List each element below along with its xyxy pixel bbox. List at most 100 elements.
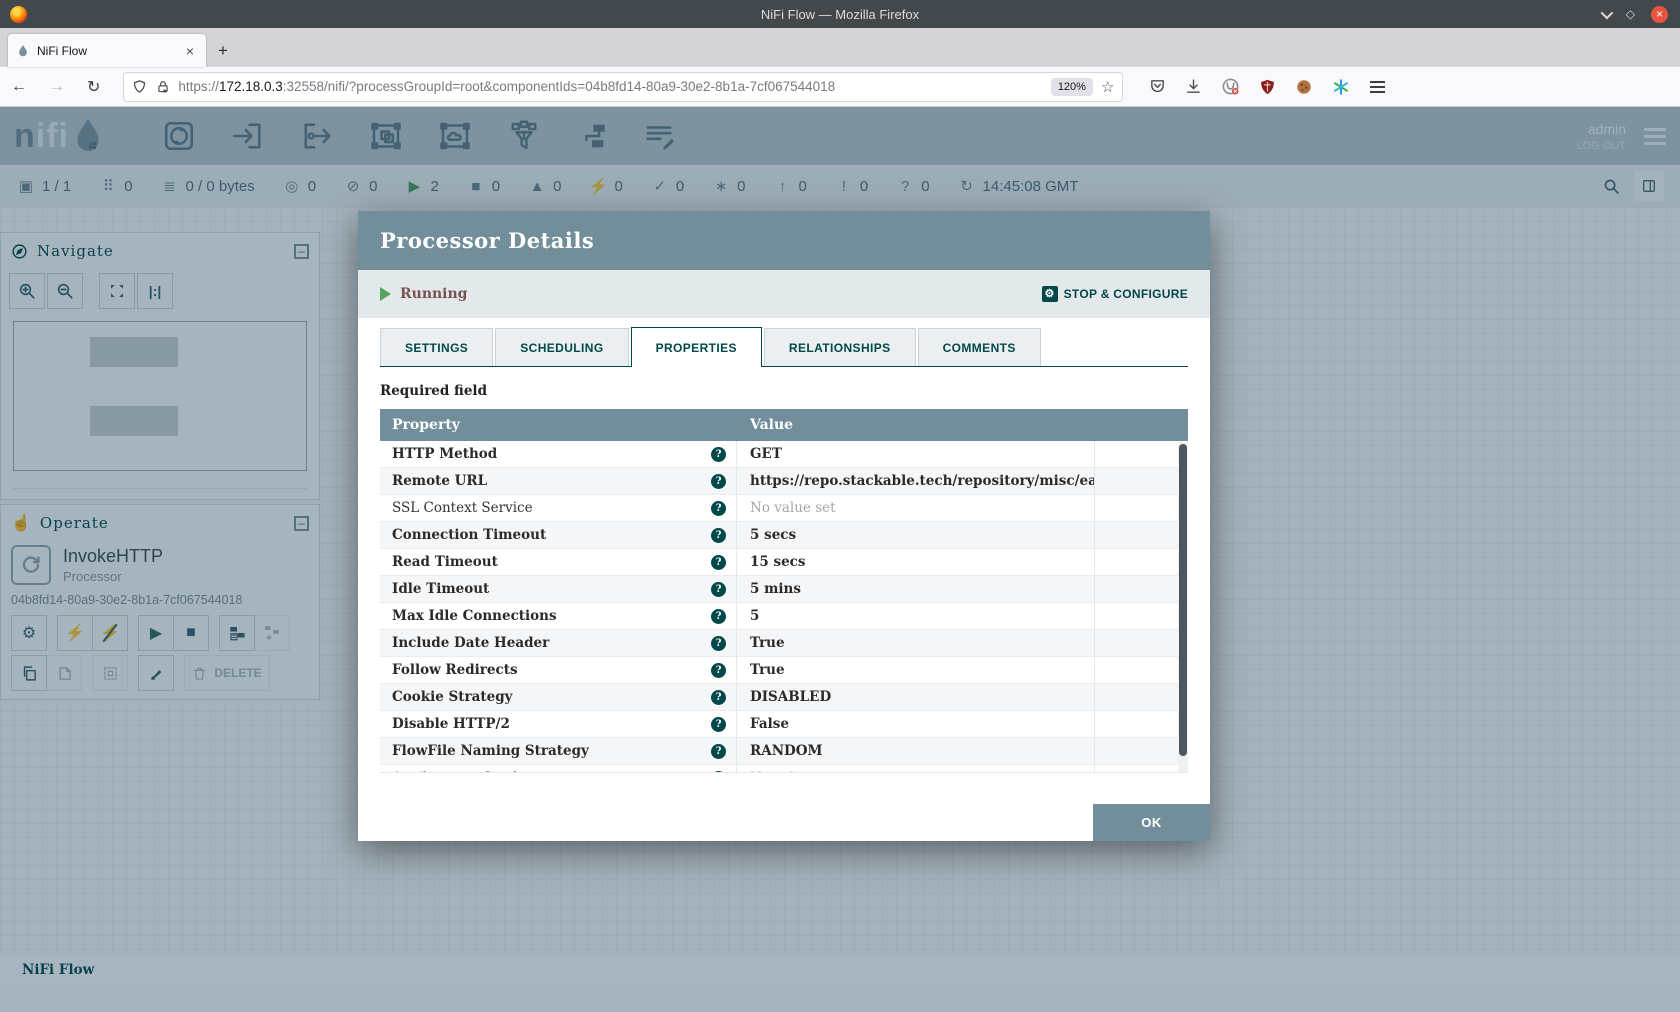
help-icon[interactable]: ? bbox=[711, 501, 726, 516]
property-value[interactable]: https://repo.stackable.tech/repository/m… bbox=[737, 468, 1095, 494]
property-name: Cookie Strategy bbox=[392, 689, 512, 705]
zoom-level-badge[interactable]: 120% bbox=[1051, 78, 1093, 96]
property-row: Idle Timeout? 5 mins bbox=[380, 576, 1188, 603]
property-value[interactable]: False bbox=[737, 711, 1095, 737]
pocket-icon[interactable] bbox=[1149, 78, 1166, 95]
help-icon[interactable]: ? bbox=[711, 744, 726, 759]
tab-close-icon[interactable]: × bbox=[182, 43, 198, 59]
reload-button[interactable]: ↻ bbox=[76, 77, 111, 97]
property-name: Follow Redirects bbox=[392, 662, 518, 678]
forward-button[interactable]: → bbox=[38, 78, 76, 96]
property-row: Disable HTTP/2? False bbox=[380, 711, 1188, 738]
property-value[interactable]: 15 secs bbox=[737, 549, 1095, 575]
property-row: Connection Timeout? 5 secs bbox=[380, 522, 1188, 549]
property-value[interactable]: 5 bbox=[737, 603, 1095, 629]
property-row: Follow Redirects? True bbox=[380, 657, 1188, 684]
property-row: Include Date Header? True bbox=[380, 630, 1188, 657]
nifi-page: nifi admin LOG OUT ▣ 1 / 1 ⠿ 0 ≣ 0 / 0 b… bbox=[0, 107, 1680, 1012]
dialog-tab-bar: SETTINGS SCHEDULING PROPERTIES RELATIONS… bbox=[380, 328, 1188, 367]
property-value[interactable]: GET bbox=[737, 441, 1095, 467]
tab-settings[interactable]: SETTINGS bbox=[380, 328, 493, 366]
property-name: SSL Context Service bbox=[392, 500, 533, 516]
property-value[interactable]: True bbox=[737, 630, 1095, 656]
help-icon[interactable]: ? bbox=[711, 663, 726, 678]
stop-configure-gear-icon: ⚙ bbox=[1042, 286, 1058, 302]
shield-icon[interactable] bbox=[132, 79, 147, 94]
lock-warning-icon[interactable] bbox=[156, 80, 170, 94]
window-close-icon[interactable]: × bbox=[1651, 6, 1668, 23]
downloads-icon[interactable] bbox=[1185, 78, 1202, 95]
property-name: HTTP Method bbox=[392, 446, 497, 462]
property-value[interactable]: 5 mins bbox=[737, 576, 1095, 602]
table-scrollbar[interactable] bbox=[1178, 442, 1188, 772]
property-row: Remote URL? https://repo.stackable.tech/… bbox=[380, 468, 1188, 495]
tab-scheduling[interactable]: SCHEDULING bbox=[495, 328, 628, 366]
tab-comments[interactable]: COMMENTS bbox=[918, 328, 1041, 366]
window-title: NiFi Flow — Mozilla Firefox bbox=[0, 7, 1680, 22]
help-icon[interactable]: ? bbox=[711, 609, 726, 624]
browser-navbar: ← → ↻ https://172.18.0.3:32558/nifi/?pro… bbox=[0, 67, 1680, 107]
ok-button[interactable]: OK bbox=[1093, 804, 1210, 841]
properties-table-header: Property Value bbox=[380, 409, 1188, 441]
help-icon[interactable]: ? bbox=[711, 582, 726, 597]
cookie-extension-icon[interactable] bbox=[1295, 78, 1313, 96]
browser-tabstrip: NiFi Flow × + bbox=[0, 28, 1680, 67]
help-icon[interactable]: ? bbox=[711, 771, 726, 773]
property-value[interactable]: No value set bbox=[737, 495, 1095, 521]
value-column-header: Value bbox=[737, 409, 1095, 441]
property-row: FlowFile Naming Strategy? RANDOM bbox=[380, 738, 1188, 765]
property-value[interactable]: RANDOM bbox=[737, 738, 1095, 764]
help-icon[interactable]: ? bbox=[711, 690, 726, 705]
url-host: 172.18.0.3 bbox=[219, 79, 283, 94]
property-value[interactable]: DISABLED bbox=[737, 684, 1095, 710]
browser-menu-icon[interactable] bbox=[1370, 81, 1385, 93]
required-field-note: Required field bbox=[380, 383, 1188, 399]
help-icon[interactable]: ? bbox=[711, 474, 726, 489]
nifi-favicon bbox=[16, 44, 30, 58]
property-row: Cookie Strategy? DISABLED bbox=[380, 684, 1188, 711]
help-icon[interactable]: ? bbox=[711, 555, 726, 570]
scrollbar-thumb[interactable] bbox=[1179, 444, 1187, 756]
running-status-icon bbox=[380, 287, 391, 301]
dialog-status-row: Running ⚙ STOP & CONFIGURE bbox=[358, 270, 1210, 318]
url-rest: :32558/nifi/?processGroupId=root&compone… bbox=[283, 79, 835, 94]
multi-account-containers-icon[interactable] bbox=[1221, 77, 1240, 96]
new-tab-button[interactable]: + bbox=[206, 41, 240, 67]
property-name: Attributes to Send bbox=[392, 770, 518, 773]
property-name: Idle Timeout bbox=[392, 581, 489, 597]
property-value[interactable]: 5 secs bbox=[737, 522, 1095, 548]
property-row: Max Idle Connections? 5 bbox=[380, 603, 1188, 630]
stop-and-configure-button[interactable]: ⚙ STOP & CONFIGURE bbox=[1042, 286, 1188, 302]
property-value[interactable]: True bbox=[737, 657, 1095, 683]
help-icon[interactable]: ? bbox=[711, 447, 726, 462]
browser-tab[interactable]: NiFi Flow × bbox=[8, 34, 206, 67]
property-name: FlowFile Naming Strategy bbox=[392, 743, 589, 759]
help-icon[interactable]: ? bbox=[711, 528, 726, 543]
ublock-origin-icon[interactable] bbox=[1259, 78, 1276, 96]
property-row: SSL Context Service? No value set bbox=[380, 495, 1188, 522]
property-column-header: Property bbox=[380, 409, 737, 441]
sparkle-extension-icon[interactable] bbox=[1332, 78, 1350, 96]
help-icon[interactable]: ? bbox=[711, 717, 726, 732]
property-value[interactable]: No value set bbox=[737, 765, 1095, 773]
url-bar[interactable]: https://172.18.0.3:32558/nifi/?processGr… bbox=[123, 72, 1123, 102]
extension-toolbar bbox=[1149, 77, 1350, 96]
window-titlebar: NiFi Flow — Mozilla Firefox ◇ × bbox=[0, 0, 1680, 28]
url-scheme: https:// bbox=[178, 79, 219, 94]
window-maximize-icon[interactable]: ◇ bbox=[1626, 7, 1635, 21]
back-button[interactable]: ← bbox=[0, 78, 38, 96]
tab-title: NiFi Flow bbox=[37, 44, 182, 58]
processor-details-dialog: Processor Details Running ⚙ STOP & CONFI… bbox=[358, 211, 1210, 841]
property-row: HTTP Method? GET bbox=[380, 441, 1188, 468]
tab-properties[interactable]: PROPERTIES bbox=[631, 327, 762, 367]
bookmark-star-icon[interactable]: ☆ bbox=[1101, 78, 1114, 96]
window-minimize-icon[interactable] bbox=[1600, 6, 1613, 19]
tab-relationships[interactable]: RELATIONSHIPS bbox=[764, 328, 916, 366]
property-name: Include Date Header bbox=[392, 635, 549, 651]
property-row: Attributes to Send? No value set bbox=[380, 765, 1188, 773]
property-name: Read Timeout bbox=[392, 554, 498, 570]
dialog-header: Processor Details bbox=[358, 211, 1210, 270]
property-row: Read Timeout? 15 secs bbox=[380, 549, 1188, 576]
property-name: Connection Timeout bbox=[392, 527, 546, 543]
help-icon[interactable]: ? bbox=[711, 636, 726, 651]
